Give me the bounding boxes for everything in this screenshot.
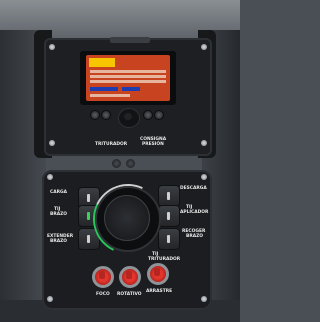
mount-knob [126,159,135,168]
label-extender-2: BRAZO [50,239,68,244]
label-carga: CARGA [50,190,68,195]
arrastre-toggle[interactable] [147,263,169,285]
monitor-button[interactable] [143,110,153,120]
label-presion: PRESIÓN [142,142,164,147]
recoger-brazo-switch[interactable] [158,228,180,250]
foco-toggle[interactable] [92,266,114,288]
label-arrastre: ARRASTRE [146,289,173,294]
label-tij-brazo-2: BRAZO [50,212,68,217]
screw-icon [201,44,207,50]
monitor-button[interactable] [101,110,111,120]
screen-text-line [90,75,166,78]
label-recoger-2: BRAZO [186,234,204,239]
display-screen [86,55,170,101]
screen-text-line [90,70,166,73]
descarga-switch[interactable] [158,185,180,207]
screw-icon [201,140,207,146]
mount-knob [112,159,121,168]
rocker-indicator [167,212,170,220]
screen-badge [89,58,115,67]
screen-text-line [90,94,130,97]
label-tij-triturador-2: TRITURADOR [148,257,181,262]
navigation-center-button[interactable] [124,113,132,120]
rocker-indicator [87,194,90,202]
joystick[interactable] [104,195,150,241]
screw-icon [47,174,53,180]
label-foco: FOCO [96,292,110,297]
rocker-indicator [87,212,90,220]
rocker-indicator [167,235,170,243]
label-rotativo: ROTATIVO [117,292,142,297]
monitor-button[interactable] [154,110,164,120]
brand-plate [110,37,150,43]
label-tij-aplicador-2: APLICADOR [180,210,209,215]
toggle-lever [99,271,105,279]
toggle-lever [154,268,160,276]
screw-icon [49,44,55,50]
label-triturador: TRITURADOR [95,142,128,147]
screw-icon [201,174,207,180]
screw-icon [47,296,53,302]
rotativo-toggle[interactable] [119,266,141,288]
rocker-indicator [87,235,90,243]
screen-bar [122,87,140,91]
monitor-button[interactable] [90,110,100,120]
screen-bar [90,87,118,91]
screen-text-line [90,80,166,83]
rocker-indicator [167,192,170,200]
screw-icon [49,140,55,146]
toggle-lever [126,271,132,279]
label-descarga: DESCARGA [180,186,207,191]
screw-icon [201,296,207,302]
